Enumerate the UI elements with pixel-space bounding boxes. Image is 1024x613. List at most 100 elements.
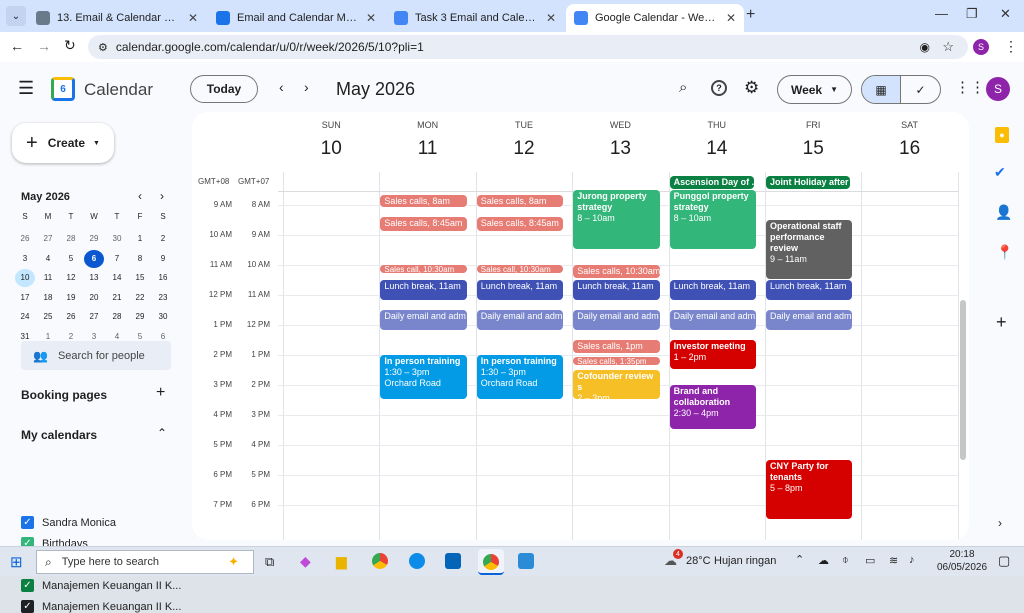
mini-day[interactable]: 28 bbox=[61, 230, 81, 248]
browser-tab[interactable]: Google Calendar - Week of Ma ✕ bbox=[566, 4, 744, 32]
reload-button[interactable]: ↻ bbox=[64, 37, 76, 54]
mini-day[interactable]: 16 bbox=[153, 269, 173, 287]
mini-day[interactable]: 24 bbox=[15, 308, 35, 326]
tab-close-icon[interactable]: ✕ bbox=[188, 11, 198, 25]
mini-day[interactable]: 22 bbox=[130, 289, 150, 307]
minimize-button[interactable]: — bbox=[935, 6, 948, 21]
calendar-event[interactable]: Operational staff performance review 9 – … bbox=[766, 220, 853, 279]
calendar-view-icon[interactable]: ▦ bbox=[862, 76, 902, 103]
help-icon[interactable]: ? bbox=[711, 80, 727, 96]
chrome-profile-icon[interactable] bbox=[478, 549, 504, 575]
browser-menu-icon[interactable]: ⋮ bbox=[1004, 38, 1018, 55]
calendar-event[interactable]: Sales call, 10:30am bbox=[380, 265, 467, 273]
prev-week-button[interactable]: ‹ bbox=[279, 79, 284, 95]
keep-icon[interactable]: ● bbox=[995, 127, 1009, 143]
day-number[interactable]: 12 bbox=[476, 138, 572, 160]
day-number[interactable]: 13 bbox=[572, 138, 668, 160]
task-view-icon[interactable]: ⧉ bbox=[265, 554, 274, 570]
mini-day[interactable]: 19 bbox=[61, 289, 81, 307]
mini-day[interactable]: 30 bbox=[107, 230, 127, 248]
weather-desc[interactable]: Hujan ringan bbox=[714, 555, 776, 567]
windows-start-icon[interactable]: ⊞ bbox=[10, 553, 23, 571]
calendar-event[interactable]: CNY Party for tenants 5 – 8pm bbox=[766, 460, 853, 519]
mini-day[interactable]: 25 bbox=[38, 308, 58, 326]
tab-close-icon[interactable]: ✕ bbox=[546, 11, 556, 25]
mini-day[interactable]: 30 bbox=[153, 308, 173, 326]
search-people-field[interactable]: 👥 Search for people bbox=[21, 341, 171, 370]
browser-tab[interactable]: Task 3 Email and Calendar Man ✕ bbox=[386, 4, 564, 32]
mini-day[interactable]: 17 bbox=[15, 289, 35, 307]
day-header[interactable]: MON 11 bbox=[379, 120, 475, 160]
mini-day[interactable]: 20 bbox=[84, 289, 104, 307]
restore-button[interactable]: ❐ bbox=[966, 6, 978, 22]
day-header[interactable]: FRI 15 bbox=[765, 120, 861, 160]
calendar-event[interactable]: Daily email and adm bbox=[573, 310, 660, 330]
mini-day[interactable]: 15 bbox=[130, 269, 150, 287]
tray-usb-icon[interactable]: ⌽ bbox=[842, 554, 849, 567]
get-addons-icon[interactable]: + bbox=[996, 312, 1007, 333]
today-button[interactable]: Today bbox=[190, 75, 258, 103]
back-button[interactable]: ← bbox=[10, 38, 24, 54]
calendar-event[interactable]: Lunch break, 11am bbox=[476, 280, 564, 300]
calendar-event[interactable]: Sales calls, 10:30am bbox=[573, 265, 660, 278]
mini-day[interactable]: 12 bbox=[61, 269, 81, 287]
mini-prev-button[interactable]: ‹ bbox=[138, 189, 142, 203]
mini-day[interactable]: 26 bbox=[15, 230, 35, 248]
mini-day[interactable]: 29 bbox=[84, 230, 104, 248]
view-selector[interactable]: Week ▼ bbox=[777, 75, 852, 104]
mini-day[interactable]: 26 bbox=[61, 308, 81, 326]
calendar-event[interactable]: Lunch break, 11am bbox=[380, 280, 467, 300]
mini-day[interactable]: 3 bbox=[15, 250, 35, 268]
mini-day[interactable]: 7 bbox=[107, 250, 127, 268]
eye-icon[interactable]: ◉ bbox=[920, 40, 930, 54]
photos-icon[interactable] bbox=[518, 553, 534, 569]
file-explorer-icon[interactable]: ▆ bbox=[336, 553, 347, 570]
checkbox-icon[interactable]: ✓ bbox=[21, 579, 34, 592]
site-info-icon[interactable]: ⚙ bbox=[98, 41, 108, 54]
mini-day[interactable]: 27 bbox=[84, 308, 104, 326]
day-number[interactable]: 14 bbox=[669, 138, 765, 160]
notifications-icon[interactable]: ▢ bbox=[998, 553, 1010, 569]
contacts-icon[interactable]: 👤 bbox=[995, 204, 1012, 221]
mini-day[interactable]: 18 bbox=[38, 289, 58, 307]
tray-battery-icon[interactable]: ▭ bbox=[865, 554, 875, 567]
chevron-up-icon[interactable]: ⌃ bbox=[157, 426, 167, 440]
tray-wifi-icon[interactable]: ≋ bbox=[889, 554, 898, 567]
mini-day[interactable]: 21 bbox=[107, 289, 127, 307]
next-week-button[interactable]: › bbox=[304, 79, 309, 95]
day-header[interactable]: SAT 16 bbox=[861, 120, 957, 160]
apps-grid-icon[interactable]: ⋮⋮ bbox=[955, 78, 985, 96]
calendar-list-item[interactable]: ✓ Manajemen Keuangan II K... bbox=[21, 579, 181, 592]
day-number[interactable]: 10 bbox=[283, 138, 379, 160]
browser-tab[interactable]: 13. Email & Calendar Managem ✕ bbox=[28, 4, 206, 32]
calendar-event[interactable]: Daily email and adm bbox=[380, 310, 467, 330]
calendar-event[interactable]: In person training 1:30 – 3pm Orchard Road bbox=[476, 355, 564, 399]
edge-icon[interactable] bbox=[409, 553, 425, 569]
calendar-event[interactable]: Lunch break, 11am bbox=[766, 280, 853, 300]
mini-day[interactable]: 14 bbox=[107, 269, 127, 287]
day-number[interactable]: 11 bbox=[379, 138, 475, 160]
calendar-event[interactable]: Investor meeting 1 – 2pm bbox=[669, 340, 756, 369]
mini-day[interactable]: 8 bbox=[130, 250, 150, 268]
calendar-event[interactable]: Sales calls, 8am bbox=[476, 194, 564, 207]
mini-day[interactable]: 2 bbox=[153, 230, 173, 248]
calendar-event[interactable]: Daily email and adm bbox=[476, 310, 564, 330]
expand-panel-icon[interactable]: › bbox=[998, 516, 1002, 530]
search-icon[interactable]: ⌕ bbox=[679, 79, 687, 96]
chrome-icon[interactable] bbox=[372, 553, 388, 569]
mini-day[interactable]: 9 bbox=[153, 250, 173, 268]
main-menu-icon[interactable]: ☰ bbox=[18, 78, 34, 99]
new-tab-button[interactable]: + bbox=[746, 6, 755, 24]
calendar-event[interactable]: Brand and collaboration 2:30 – 4pm bbox=[669, 385, 756, 429]
browser-profile-avatar[interactable]: S bbox=[973, 39, 989, 55]
tray-cloud-icon[interactable]: ☁ bbox=[818, 554, 829, 567]
day-header[interactable]: SUN 10 bbox=[283, 120, 379, 160]
calendar-event[interactable]: Daily email and adm bbox=[766, 310, 853, 330]
clock-time[interactable]: 20:18 bbox=[942, 549, 982, 560]
day-header[interactable]: TUE 12 bbox=[476, 120, 572, 160]
maps-icon[interactable]: 📍 bbox=[996, 244, 1013, 261]
calendar-event[interactable]: Sales calls, 1pm bbox=[573, 340, 660, 353]
tray-chevron-up-icon[interactable]: ⌃ bbox=[795, 553, 804, 566]
account-avatar[interactable]: S bbox=[986, 77, 1010, 101]
day-number[interactable]: 16 bbox=[861, 138, 957, 160]
